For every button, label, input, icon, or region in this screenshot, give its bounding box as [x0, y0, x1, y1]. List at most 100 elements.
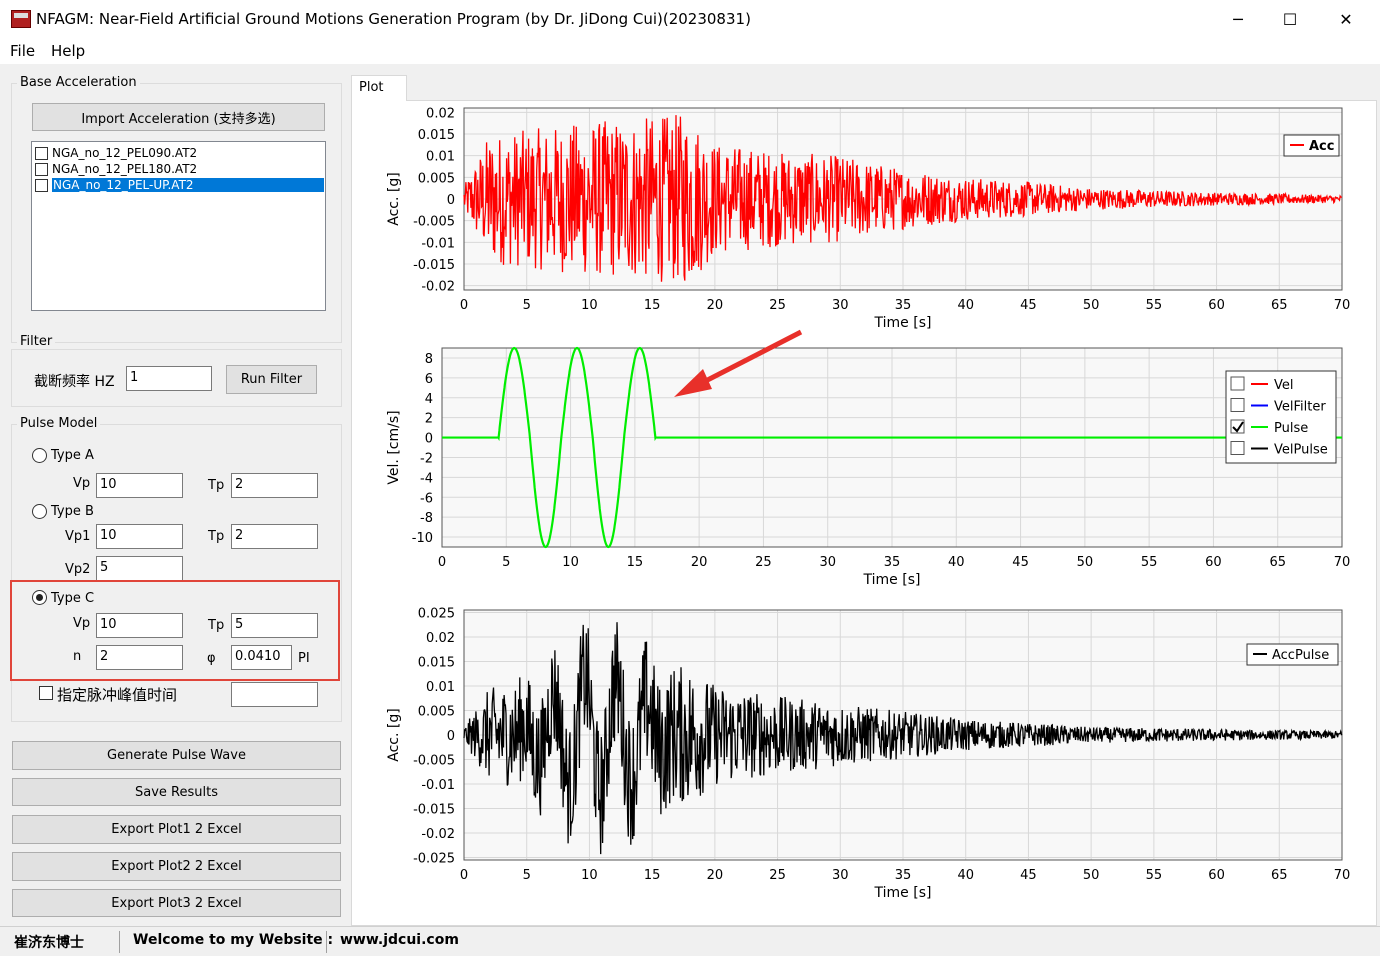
x-tick-label: 25	[769, 298, 786, 313]
x-axis-label: Time [s]	[874, 885, 932, 901]
x-tick-label: 60	[1208, 868, 1225, 883]
y-tick-label: 0.025	[418, 606, 455, 621]
x-tick-label: 35	[884, 555, 901, 570]
status-welcome: Welcome to my Website :	[133, 932, 334, 948]
x-tick-label: 15	[644, 868, 661, 883]
x-axis-label: Time [s]	[874, 315, 932, 331]
x-tick-label: 40	[948, 555, 965, 570]
y-tick-label: -0.02	[421, 280, 455, 295]
close-button[interactable]: ✕	[1320, 0, 1372, 38]
x-tick-label: 30	[832, 868, 849, 883]
x-tick-label: 55	[1146, 868, 1163, 883]
x-tick-label: 45	[1020, 298, 1037, 313]
x-tick-label: 60	[1208, 298, 1225, 313]
menu-help[interactable]: Help	[51, 42, 85, 60]
legend-label-accpulse: AccPulse	[1272, 648, 1329, 663]
y-tick-label: -0.005	[413, 215, 455, 230]
x-tick-label: 0	[438, 555, 446, 570]
x-tick-label: 30	[832, 298, 849, 313]
y-tick-label: 0	[447, 193, 455, 208]
x-tick-label: 10	[581, 868, 598, 883]
legend-checkbox	[1230, 441, 1245, 455]
x-tick-label: 25	[769, 868, 786, 883]
status-author: 崔济东博士	[14, 935, 84, 951]
y-tick-label: -2	[420, 451, 433, 466]
app-logo-icon	[11, 10, 31, 28]
y-tick-label: 0	[425, 432, 433, 447]
y-tick-label: 0.015	[418, 655, 455, 670]
menu-bar: File Help	[0, 38, 1380, 64]
y-tick-label: 4	[425, 392, 433, 407]
x-tick-label: 55	[1141, 555, 1158, 570]
y-tick-label: -0.015	[413, 258, 455, 273]
y-tick-label: 0.02	[426, 106, 455, 121]
x-tick-label: 10	[581, 298, 598, 313]
legend-label-velpulse: VelPulse	[1274, 443, 1328, 458]
legend-checkbox	[1230, 398, 1245, 412]
y-tick-label: 0.015	[418, 128, 455, 143]
x-tick-label: 40	[957, 868, 974, 883]
y-tick-label: -0.02	[421, 827, 455, 842]
y-tick-label: 0	[447, 729, 455, 744]
y-tick-label: -0.025	[413, 852, 455, 867]
y-tick-label: -10	[412, 531, 433, 546]
x-tick-label: 40	[957, 298, 974, 313]
x-tick-label: 60	[1205, 555, 1222, 570]
legend-label-velfilter: VelFilter	[1274, 400, 1326, 415]
y-tick-label: 6	[425, 372, 433, 387]
x-tick-label: 65	[1271, 298, 1288, 313]
x-axis-label: Time [s]	[863, 572, 921, 588]
legend-label-pulse: Pulse	[1274, 421, 1308, 436]
x-tick-label: 65	[1269, 555, 1286, 570]
x-tick-label: 45	[1012, 555, 1029, 570]
y-tick-label: 0.005	[418, 704, 455, 719]
y-tick-label: -0.005	[413, 754, 455, 769]
x-tick-label: 50	[1077, 555, 1094, 570]
x-tick-label: 35	[895, 868, 912, 883]
main-content: Base Acceleration Import Acceleration (支…	[0, 64, 1380, 926]
status-separator	[119, 931, 120, 953]
y-tick-label: -0.01	[421, 778, 455, 793]
y-axis-label: Acc. [g]	[386, 708, 402, 761]
y-tick-label: -8	[420, 511, 433, 526]
legend-label-vel: Vel	[1274, 378, 1294, 393]
y-axis-label: Acc. [g]	[386, 172, 402, 225]
x-tick-label: 55	[1146, 298, 1163, 313]
y-tick-label: 0.01	[426, 150, 455, 165]
x-tick-label: 20	[707, 298, 724, 313]
y-tick-label: 8	[425, 352, 433, 367]
x-tick-label: 50	[1083, 868, 1100, 883]
minimize-button[interactable]: ─	[1212, 0, 1264, 38]
y-tick-label: 2	[425, 412, 433, 427]
status-bar: 崔济东博士 Welcome to my Website : www.jdcui.…	[0, 926, 1380, 956]
status-separator	[326, 931, 327, 953]
x-tick-label: 50	[1083, 298, 1100, 313]
x-tick-label: 65	[1271, 868, 1288, 883]
status-website-link[interactable]: www.jdcui.com	[340, 932, 459, 948]
x-tick-label: 15	[627, 555, 644, 570]
x-tick-label: 10	[562, 555, 579, 570]
x-tick-label: 0	[460, 298, 468, 313]
menu-file[interactable]: File	[10, 42, 35, 60]
y-tick-label: -0.015	[413, 803, 455, 818]
legend-label-acc: Acc	[1309, 139, 1334, 154]
y-tick-label: 0.01	[426, 680, 455, 695]
x-tick-label: 30	[819, 555, 836, 570]
x-tick-label: 70	[1334, 298, 1351, 313]
y-tick-label: -4	[420, 471, 433, 486]
x-tick-label: 15	[644, 298, 661, 313]
y-axis-label: Vel. [cm/s]	[386, 410, 402, 484]
x-tick-label: 25	[755, 555, 772, 570]
x-tick-label: 45	[1020, 868, 1037, 883]
x-tick-label: 5	[523, 868, 531, 883]
x-tick-label: 20	[707, 868, 724, 883]
y-tick-label: 0.02	[426, 631, 455, 646]
y-tick-label: 0.005	[418, 171, 455, 186]
legend-checkbox	[1230, 376, 1245, 391]
y-tick-label: -0.01	[421, 236, 455, 251]
x-tick-label: 5	[502, 555, 510, 570]
window-title: NFAGM: Near-Field Artificial Ground Moti…	[36, 10, 751, 28]
x-tick-label: 70	[1334, 868, 1351, 883]
maximize-button[interactable]: ☐	[1264, 0, 1316, 38]
plots-canvas: 0 5 10 15 20 25 30 35 40 45 50 55 60 65 700.020.0150.0…	[386, 106, 1351, 901]
